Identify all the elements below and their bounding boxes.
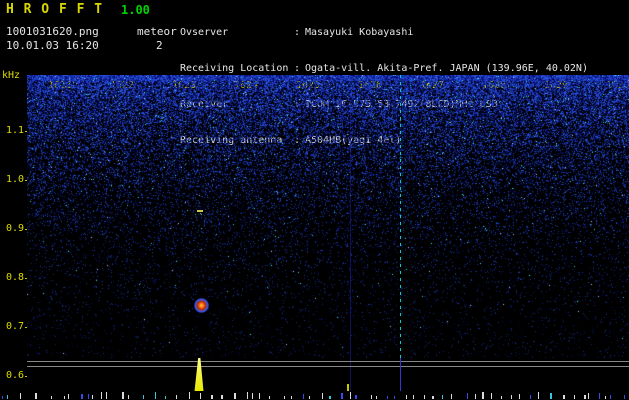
minute-tick bbox=[371, 395, 372, 399]
freq-unit-label: kHz bbox=[2, 70, 21, 81]
minute-tick bbox=[176, 395, 177, 399]
minute-tick bbox=[511, 395, 512, 399]
spectrogram-canvas bbox=[27, 75, 629, 358]
minute-tick bbox=[610, 395, 611, 399]
minute-tick bbox=[355, 395, 357, 399]
signal-tick bbox=[347, 384, 349, 391]
output-filename: 1001031620.png bbox=[6, 25, 99, 38]
minute-tick bbox=[234, 393, 236, 399]
minute-tick bbox=[165, 396, 166, 399]
minute-tick bbox=[106, 392, 107, 399]
minute-tick bbox=[7, 395, 8, 399]
freq-label: 0.8 bbox=[5, 272, 24, 283]
minute-tick bbox=[221, 395, 223, 399]
minute-tick bbox=[128, 395, 129, 399]
minute-tick bbox=[519, 394, 520, 399]
echo-dash bbox=[197, 210, 203, 212]
minute-tick bbox=[20, 393, 21, 399]
carrier-tick bbox=[400, 358, 401, 391]
minute-tick bbox=[563, 395, 565, 399]
minute-tick bbox=[599, 393, 600, 399]
minute-tick bbox=[341, 393, 343, 399]
minute-tick bbox=[467, 393, 468, 399]
minute-tick bbox=[550, 393, 552, 399]
panel-line bbox=[27, 366, 629, 367]
minute-tick bbox=[143, 395, 144, 399]
panel-line bbox=[27, 361, 629, 362]
minute-tick bbox=[424, 395, 425, 399]
minute-tick bbox=[413, 395, 414, 399]
minute-tick bbox=[200, 393, 201, 399]
minute-tick bbox=[284, 396, 285, 399]
minute-tick bbox=[588, 393, 589, 399]
info-row-observer: Ovserver: Masayuki Kobayashi bbox=[180, 27, 588, 39]
app-version: 1.00 bbox=[121, 3, 150, 17]
mode-label: meteor bbox=[137, 25, 177, 38]
interference-line bbox=[350, 100, 351, 391]
minute-tick bbox=[624, 395, 625, 399]
minute-tick bbox=[101, 392, 102, 399]
minute-tick bbox=[35, 393, 37, 399]
minute-tick bbox=[451, 394, 452, 399]
info-row-location: Receiving Location: Ogata-vill. Akita-Pre… bbox=[180, 63, 588, 75]
minute-tick bbox=[51, 396, 52, 399]
minute-tick bbox=[538, 392, 539, 399]
freq-tick bbox=[25, 376, 27, 377]
info-label: Ovserver bbox=[180, 27, 229, 38]
minute-tick bbox=[259, 393, 260, 399]
hrofft-window: H R O F F T 1.00 1001031620.png meteor 2… bbox=[0, 0, 629, 400]
info-value: Ogata-vill. Akita-Pref. JAPAN (139.96E, … bbox=[305, 63, 588, 74]
minute-tick bbox=[376, 396, 377, 399]
minute-tick bbox=[189, 392, 190, 399]
info-value: Masayuki Kobayashi bbox=[305, 27, 414, 38]
minute-tick bbox=[605, 396, 606, 399]
minute-tick bbox=[406, 395, 407, 399]
minute-tick bbox=[491, 393, 492, 399]
info-separator: : bbox=[294, 63, 301, 74]
minute-tick bbox=[322, 393, 323, 399]
minute-tick bbox=[64, 396, 65, 399]
freq-label: 0.6 bbox=[5, 370, 24, 381]
freq-label: 1.1 bbox=[5, 125, 24, 136]
minute-tick bbox=[584, 395, 586, 399]
minute-tick bbox=[269, 396, 270, 399]
minute-tick bbox=[291, 396, 292, 399]
freq-axis: 1.1 1.0 0.9 0.8 0.7 0.6 bbox=[0, 0, 30, 400]
minute-tick bbox=[247, 392, 248, 399]
minute-tick bbox=[442, 395, 443, 399]
signal-spike bbox=[194, 358, 204, 391]
app-title: H R O F F T bbox=[6, 2, 104, 17]
minute-tick bbox=[394, 396, 395, 399]
minute-tick bbox=[92, 395, 93, 399]
info-label: Receiving Location bbox=[180, 63, 289, 74]
freq-label: 1.0 bbox=[5, 174, 24, 185]
minute-tick bbox=[211, 395, 213, 399]
minute-tick bbox=[155, 392, 156, 399]
minute-tick bbox=[501, 396, 502, 399]
minute-tick bbox=[252, 393, 253, 399]
timestamp: 10.01.03 16:20 bbox=[6, 39, 99, 52]
minute-tick bbox=[122, 392, 124, 399]
minute-tick bbox=[530, 395, 531, 399]
minute-tick bbox=[432, 396, 434, 399]
minute-tick bbox=[329, 396, 331, 399]
minute-tick bbox=[2, 396, 3, 399]
minute-tick bbox=[350, 392, 351, 399]
minute-tick bbox=[387, 396, 388, 399]
minute-tick bbox=[475, 394, 476, 399]
minute-tick bbox=[81, 394, 83, 399]
meteor-echo bbox=[194, 298, 209, 313]
freq-label: 0.9 bbox=[5, 223, 24, 234]
minute-tick bbox=[309, 396, 310, 399]
meteor-count: 2 bbox=[156, 39, 163, 52]
minute-tick bbox=[88, 394, 89, 399]
info-separator: : bbox=[294, 27, 301, 38]
minute-tick bbox=[303, 394, 304, 399]
minute-tick bbox=[574, 395, 575, 399]
minute-tick bbox=[68, 394, 69, 399]
carrier-dashed-line bbox=[400, 75, 401, 358]
freq-label: 0.7 bbox=[5, 321, 24, 332]
minute-tick bbox=[482, 392, 484, 399]
